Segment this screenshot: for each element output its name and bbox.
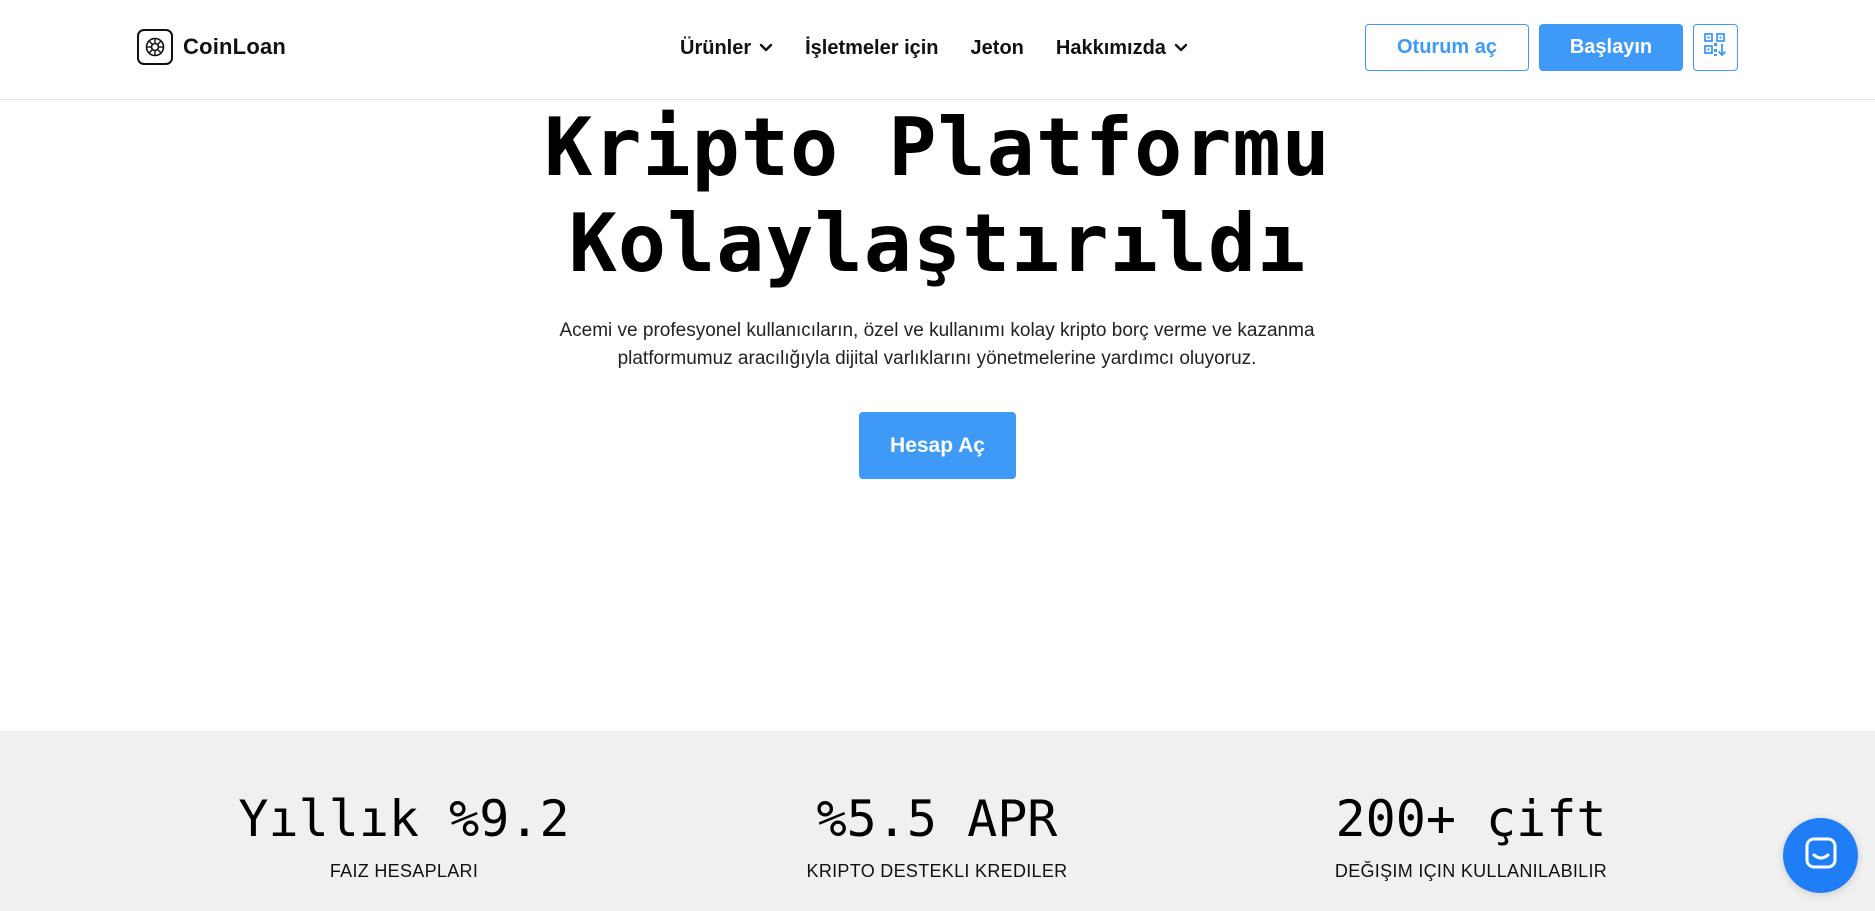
hero-title-line2: Kolaylaştırıldı xyxy=(568,197,1307,290)
hero-subtitle-line1: Acemi ve profesyonel kullanıcıların, öze… xyxy=(559,320,1315,341)
stat-loans: %5.5 APR KRIPTO DESTEKLI KREDILER xyxy=(697,789,1177,882)
nav-item-about[interactable]: Hakkımızda xyxy=(1056,37,1188,60)
nav-item-label: Ürünler xyxy=(680,36,752,59)
nav-item-products[interactable]: Ürünler xyxy=(680,37,773,60)
chevron-down-icon xyxy=(1174,43,1188,53)
stat-value: Yıllık %9.2 xyxy=(238,790,570,848)
site-header: CoinLoan Ürünler İşletmeler için Jeton H… xyxy=(0,0,1875,100)
coinloan-logo-icon xyxy=(137,29,173,65)
main-nav: Ürünler İşletmeler için Jeton Hakkımızda xyxy=(680,30,1188,66)
logo-text: CoinLoan xyxy=(183,34,287,59)
hero-title-line1: Kripto Platformu xyxy=(544,101,1331,194)
chevron-down-icon xyxy=(759,43,773,53)
stat-interest: Yıllık %9.2 FAIZ HESAPLARI xyxy=(164,789,644,882)
chat-icon xyxy=(1804,836,1838,875)
get-started-button[interactable]: Başlayın xyxy=(1539,24,1683,71)
hero-subtitle-line2: platformumuz aracılığıyla dijital varlık… xyxy=(617,348,1257,369)
chat-launcher-button[interactable] xyxy=(1783,818,1858,893)
nav-item-label: İşletmeler için xyxy=(805,36,939,59)
open-account-button[interactable]: Hesap Aç xyxy=(859,412,1016,479)
nav-item-token[interactable]: Jeton xyxy=(971,37,1024,60)
stat-label: DEĞIŞIM IÇIN KULLANILABILIR xyxy=(1334,861,1608,881)
stat-label: FAIZ HESAPLARI xyxy=(329,861,479,881)
stat-label: KRIPTO DESTEKLI KREDILER xyxy=(806,861,1068,881)
nav-item-business[interactable]: İşletmeler için xyxy=(805,37,938,60)
stats-section: Yıllık %9.2 FAIZ HESAPLARI %5.5 APR KRIP… xyxy=(0,731,1875,911)
stat-pairs: 200+ çift DEĞIŞIM IÇIN KULLANILABILIR xyxy=(1231,789,1711,882)
nav-item-label: Hakkımızda xyxy=(1055,36,1166,59)
qr-download-button[interactable] xyxy=(1693,24,1738,71)
stat-value: %5.5 APR xyxy=(816,790,1058,848)
hero-subtitle: Acemi ve profesyonel kullanıcıların, öze… xyxy=(537,317,1337,373)
hero-title: Kripto Platformu Kolaylaştırıldı xyxy=(0,100,1875,292)
stat-value: 200+ çift xyxy=(1335,790,1607,848)
login-button[interactable]: Oturum aç xyxy=(1365,24,1529,71)
nav-item-label: Jeton xyxy=(970,36,1024,59)
logo[interactable]: CoinLoan xyxy=(137,29,286,65)
qr-download-icon xyxy=(1703,32,1729,63)
